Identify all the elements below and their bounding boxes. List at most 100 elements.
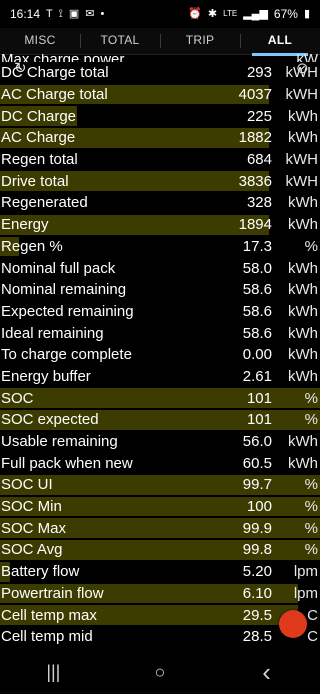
data-row[interactable]: Usable remaining 56.0 kWh (0, 431, 320, 453)
row-unit: % (304, 411, 318, 429)
row-unit: % (304, 389, 318, 407)
row-label: Regenerated (1, 194, 88, 212)
row-unit: % (304, 498, 318, 516)
row-value: 58.0 (242, 259, 272, 277)
row-unit: kWh (288, 346, 318, 364)
tab-total[interactable]: TOTAL (80, 28, 160, 54)
data-row[interactable]: Regen total 684 kWH (0, 149, 320, 171)
row-value: 99.7 (242, 476, 272, 494)
row-unit: kWh (288, 454, 318, 472)
row-value: 225 (246, 107, 272, 125)
row-value: 17.3 (242, 237, 272, 255)
row-unit: kWh (288, 281, 318, 299)
row-label: Powertrain flow (1, 584, 104, 602)
battery-percent: 67% (273, 7, 298, 21)
row-value: 60.5 (242, 454, 272, 472)
recents-button[interactable]: ||| (23, 662, 83, 683)
record-button[interactable] (279, 610, 307, 638)
data-row[interactable]: Drive total 3836 kWH (0, 170, 320, 192)
row-value: 6.10 (242, 584, 272, 602)
data-row[interactable]: SOC Max 99.9% (0, 517, 320, 539)
tab-all[interactable]: ALL (240, 28, 320, 56)
data-row[interactable]: Expected remaining 58.6 kWh (0, 301, 320, 323)
row-label: Usable remaining (1, 433, 118, 451)
row-label: Regen % (1, 237, 63, 255)
row-unit: kWh (288, 129, 318, 147)
data-row[interactable]: Cell temp mid 28.5 C (0, 626, 320, 648)
notification-dot: • (100, 7, 105, 20)
row-value: 58.6 (242, 281, 272, 299)
row-unit: kWh (288, 216, 318, 234)
row-label: Ideal remaining (1, 324, 104, 342)
row-label: Max charge power (0, 54, 212, 62)
back-button[interactable]: ‹ (237, 657, 297, 688)
data-row[interactable]: SOC expected 101% (0, 409, 320, 431)
data-row[interactable]: Cell temp max 29.5 C (0, 604, 320, 626)
row-label: Battery flow (1, 563, 80, 581)
bluetooth-icon: ✱ (207, 7, 218, 20)
data-row[interactable]: Nominal full pack 58.0 kWh (0, 257, 320, 279)
data-row[interactable]: DC Charge total 293 kWH (0, 62, 320, 84)
signal-bars-icon: ▂▄▆ (243, 7, 268, 20)
row-value: 328 (246, 194, 272, 212)
data-row[interactable]: Ideal remaining 58.6 kWh (0, 322, 320, 344)
home-button[interactable]: ○ (130, 662, 190, 683)
connection-icon[interactable]: ⊘ (296, 61, 312, 77)
row-unit: kWh (288, 107, 318, 125)
row-unit: kWH (285, 86, 319, 104)
clock: 16:14 (10, 7, 41, 21)
data-row[interactable]: SOC 101% (0, 387, 320, 409)
row-label: Regen total (1, 151, 78, 169)
row-value: 101 (246, 389, 272, 407)
row-value: 100 (246, 498, 272, 516)
row-value: 99.9 (242, 519, 272, 537)
row-label: Expected remaining (1, 302, 134, 320)
data-row[interactable]: To charge complete 0.00 kWh (0, 344, 320, 366)
data-row[interactable]: SOC UI 99.7% (0, 474, 320, 496)
row-value: 684 (246, 151, 272, 169)
tab-trip[interactable]: TRIP (160, 28, 240, 54)
battery-icon: ▮ (303, 7, 310, 20)
row-label: DC Charge (1, 107, 77, 125)
data-row[interactable]: Battery flow 5.20 lpm (0, 561, 320, 583)
data-list[interactable]: Max charge powerkWDC Charge total293kWHA… (0, 54, 320, 651)
row-unit: % (304, 237, 318, 255)
data-row[interactable]: Nominal remaining 58.6 kWh (0, 279, 320, 301)
data-row[interactable]: DC Charge 225 kWh (0, 105, 320, 127)
data-row[interactable]: AC Charge total 4037 kWH (0, 84, 320, 106)
row-value: 28.5 (242, 628, 272, 646)
status-bar: 16:14 T ⟟ ▣ ✉ • ⏰ ✱ LTE ▂▄▆ 67% ▮ (0, 0, 320, 28)
tab-misc[interactable]: MISC (0, 28, 80, 54)
row-value: 1882 (238, 129, 272, 147)
row-value: 101 (246, 411, 272, 429)
row-unit: % (304, 476, 318, 494)
row-value: 5.20 (242, 563, 272, 581)
row-label: SOC Min (1, 498, 62, 516)
refresh-icon[interactable]: ↻ (14, 61, 30, 77)
row-unit: lpm (293, 563, 318, 581)
data-row[interactable]: Regen % 17.3% (0, 236, 320, 258)
data-row[interactable]: Max charge powerkW (0, 54, 320, 62)
row-unit: kWh (288, 433, 318, 451)
row-label: Energy (1, 216, 49, 234)
data-row[interactable]: Energy 1894 kWh (0, 214, 320, 236)
row-label: Energy buffer (1, 367, 91, 385)
row-label: SOC Avg (1, 541, 63, 559)
data-row[interactable]: Full pack when new 60.5 kWh (0, 452, 320, 474)
mail-icon: ✉ (85, 7, 95, 20)
data-row[interactable]: SOC Min 100% (0, 496, 320, 518)
signal-icon: ⟟ (58, 7, 63, 20)
tesla-icon: T (46, 7, 53, 20)
row-value: 3836 (238, 172, 272, 190)
row-unit: % (304, 541, 318, 559)
data-row[interactable]: AC Charge 1882 kWh (0, 127, 320, 149)
image-icon: ▣ (68, 7, 80, 20)
data-row[interactable]: Energy buffer 2.61 kWh (0, 366, 320, 388)
row-unit: kWh (288, 194, 318, 212)
row-label: AC Charge total (1, 86, 108, 104)
data-row[interactable]: Regenerated 328 kWh (0, 192, 320, 214)
row-value: 99.8 (242, 541, 272, 559)
data-row[interactable]: Powertrain flow 6.10 lpm (0, 583, 320, 605)
data-row[interactable]: SOC Avg 99.8% (0, 539, 320, 561)
row-unit: kWh (288, 367, 318, 385)
